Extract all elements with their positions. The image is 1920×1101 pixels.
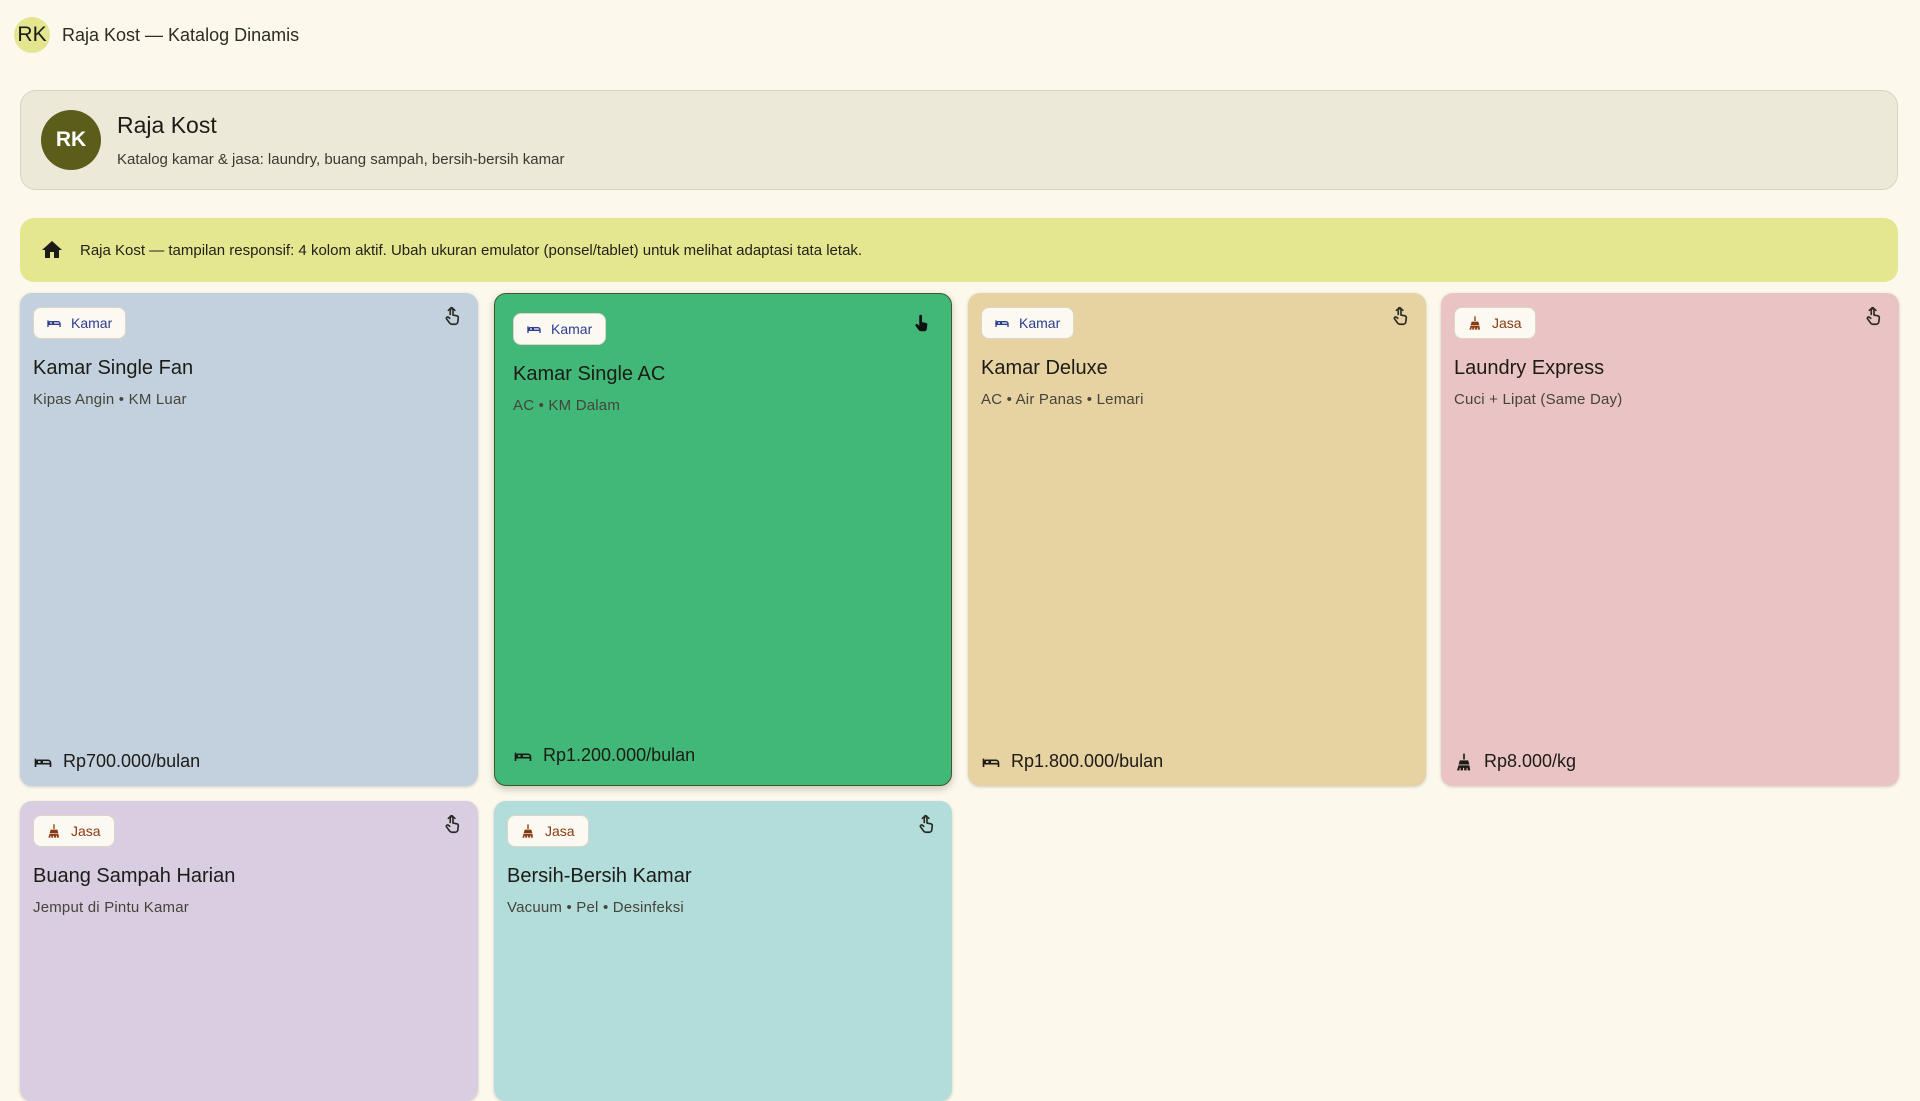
bed-icon <box>994 315 1010 331</box>
card-title: Buang Sampah Harian <box>33 865 236 887</box>
cleaning-icon <box>520 823 536 839</box>
touch-icon[interactable] <box>1390 305 1412 327</box>
logo-avatar: RK <box>41 110 101 170</box>
bed-icon <box>981 752 1001 772</box>
card-title: Laundry Express <box>1454 357 1605 379</box>
touch-icon[interactable] <box>442 813 464 835</box>
card-description: Kipas Angin • KM Luar <box>33 391 187 408</box>
category-chip: Kamar <box>981 307 1075 339</box>
cleaning-icon <box>46 823 62 839</box>
header-name: Raja Kost <box>117 112 217 138</box>
touch-icon[interactable] <box>1863 305 1885 327</box>
card-kamar-deluxe[interactable]: Kamar Kamar Deluxe AC • Air Panas • Lema… <box>968 293 1426 786</box>
card-title: Kamar Deluxe <box>981 357 1108 379</box>
card-description: Jemput di Pintu Kamar <box>33 899 189 916</box>
chip-label: Kamar <box>71 315 113 331</box>
header-subtitle: Katalog kamar & jasa: laundry, buang sam… <box>117 151 565 168</box>
chip-label: Kamar <box>1019 315 1061 331</box>
card-title: Kamar Single Fan <box>33 357 194 379</box>
card-description: Cuci + Lipat (Same Day) <box>1454 391 1623 408</box>
card-title: Kamar Single AC <box>513 363 666 385</box>
card-title: Bersih-Bersih Kamar <box>507 865 692 887</box>
card-price: Rp8.000/kg <box>1454 751 1576 772</box>
card-buang-sampah-harian[interactable]: Jasa Buang Sampah Harian Jemput di Pintu… <box>20 801 478 1101</box>
cleaning-icon <box>1467 315 1483 331</box>
chip-label: Jasa <box>545 823 575 839</box>
chip-label: Kamar <box>551 321 593 337</box>
info-banner: Raja Kost — tampilan responsif: 4 kolom … <box>20 218 1898 282</box>
chip-label: Jasa <box>71 823 101 839</box>
app-title: Raja Kost — Katalog Dinamis <box>62 24 300 45</box>
category-chip: Kamar <box>33 307 127 339</box>
card-price: Rp700.000/bulan <box>33 751 200 772</box>
card-kamar-single-ac[interactable]: Kamar Kamar Single AC AC • KM Dalam Rp1.… <box>494 293 952 786</box>
card-price: Rp1.800.000/bulan <box>981 751 1163 772</box>
card-bersih-bersih-kamar[interactable]: Jasa Bersih-Bersih Kamar Vacuum • Pel • … <box>494 801 952 1101</box>
price-label: Rp700.000/bulan <box>63 751 201 771</box>
category-chip: Kamar <box>513 313 607 345</box>
bed-icon <box>526 321 542 337</box>
header-card: RK Raja Kost Katalog kamar & jasa: laund… <box>20 90 1898 190</box>
avatar[interactable]: RK <box>14 17 50 53</box>
card-laundry-express[interactable]: Jasa Laundry Express Cuci + Lipat (Same … <box>1441 293 1899 786</box>
card-kamar-single-fan[interactable]: Kamar Kamar Single Fan Kipas Angin • KM … <box>20 293 478 786</box>
bed-icon <box>33 752 53 772</box>
price-label: Rp1.800.000/bulan <box>1011 751 1164 771</box>
category-chip: Jasa <box>507 815 589 847</box>
touch-icon[interactable] <box>916 813 938 835</box>
touch-icon[interactable] <box>911 312 933 334</box>
card-description: AC • KM Dalam <box>513 397 621 414</box>
cleaning-icon <box>1454 752 1474 772</box>
home-icon <box>42 241 62 258</box>
card-price: Rp1.200.000/bulan <box>513 745 695 766</box>
price-label: Rp8.000/kg <box>1484 751 1577 771</box>
card-description: Vacuum • Pel • Desinfeksi <box>507 899 684 916</box>
bed-icon <box>46 315 62 331</box>
app-bar: RK Raja Kost — Katalog Dinamis <box>0 0 1920 70</box>
category-chip: Jasa <box>33 815 115 847</box>
banner-text: Raja Kost — tampilan responsif: 4 kolom … <box>80 241 863 259</box>
chip-label: Jasa <box>1492 315 1522 331</box>
category-chip: Jasa <box>1454 307 1536 339</box>
price-label: Rp1.200.000/bulan <box>543 745 696 765</box>
touch-icon[interactable] <box>442 305 464 327</box>
card-description: AC • Air Panas • Lemari <box>981 391 1144 408</box>
bed-icon <box>513 746 533 766</box>
